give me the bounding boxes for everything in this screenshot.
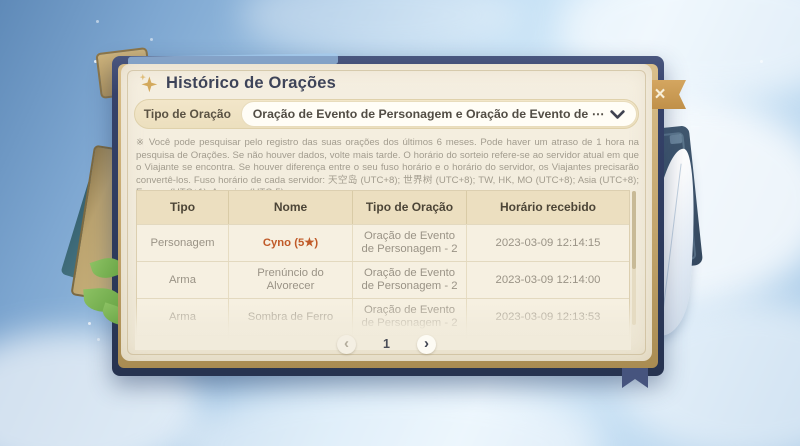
sky-sparkle	[760, 60, 763, 63]
wish-history-table: Tipo Nome Tipo de Oração Horário recebid…	[136, 190, 630, 345]
filter-label: Tipo de Oração	[143, 107, 231, 121]
wish-history-dialog: Histórico de Orações Tipo de Oração Oraç…	[121, 64, 652, 361]
header-nome: Nome	[229, 191, 353, 224]
table-header-row: Tipo Nome Tipo de Oração Horário recebid…	[137, 191, 629, 224]
header-tipo: Tipo	[137, 191, 229, 224]
previous-page-button[interactable]: ‹	[337, 334, 357, 354]
wish-history-screen: × Histórico de Orações Tipo de Oração Or…	[0, 0, 800, 446]
table-row: Arma Sombra de Ferro Oração de Evento de…	[137, 298, 629, 335]
cell-oracao: Oração de Evento de Personagem - 2	[353, 299, 467, 335]
sky-sparkle	[96, 20, 99, 23]
cell-tipo: Arma	[137, 299, 229, 335]
cell-nome: Cyno (5★)	[229, 225, 353, 261]
wish-type-dropdown[interactable]: Oração de Evento de Personagem e Oração …	[240, 101, 637, 127]
header-horario: Horário recebido	[499, 200, 597, 214]
cell-horario: 2023-03-09 12:13:53	[495, 310, 601, 323]
wish-type-filter: Tipo de Oração Oração de Evento de Perso…	[134, 99, 639, 129]
close-icon: ×	[654, 84, 666, 105]
page-title: Histórico de Orações	[166, 74, 336, 92]
sparkle-icon	[139, 73, 158, 93]
sky-sparkle	[150, 38, 153, 41]
cell-nome: Sombra de Ferro	[229, 299, 353, 335]
table-row: Arma Prenúncio do Alvorecer Oração de Ev…	[137, 261, 629, 298]
chevron-right-icon: ›	[423, 334, 429, 352]
chevron-left-icon: ‹	[344, 334, 350, 352]
cell-oracao: Oração de Evento de Personagem - 2	[353, 262, 467, 298]
cell-nome: Prenúncio do Alvorecer	[229, 262, 353, 298]
scrollbar-thumb[interactable]	[632, 191, 636, 269]
table-row: Personagem Cyno (5★) Oração de Evento de…	[137, 224, 629, 261]
cloud	[240, 0, 520, 60]
dialog-header: Histórico de Orações	[138, 73, 336, 94]
cell-tipo: Personagem	[137, 225, 229, 261]
table-scrollbar[interactable]	[632, 191, 636, 325]
next-page-button[interactable]: ›	[416, 334, 436, 354]
cell-oracao: Oração de Evento de Personagem - 2	[353, 225, 467, 261]
dropdown-selected-value: Oração de Evento de Personagem e Oração …	[252, 107, 604, 121]
current-page-number: 1	[383, 337, 390, 351]
cell-horario: 2023-03-09 12:14:15	[495, 236, 601, 249]
cell-tipo: Arma	[137, 262, 229, 298]
cell-horario: 2023-03-09 12:14:00	[495, 273, 601, 286]
chevron-down-icon	[610, 109, 625, 119]
header-oracao: Tipo de Oração	[353, 191, 467, 224]
cloud	[180, 380, 600, 446]
pagination: ‹ 1 ›	[121, 331, 652, 357]
sky-sparkle	[97, 338, 100, 341]
sky-sparkle	[88, 322, 91, 325]
